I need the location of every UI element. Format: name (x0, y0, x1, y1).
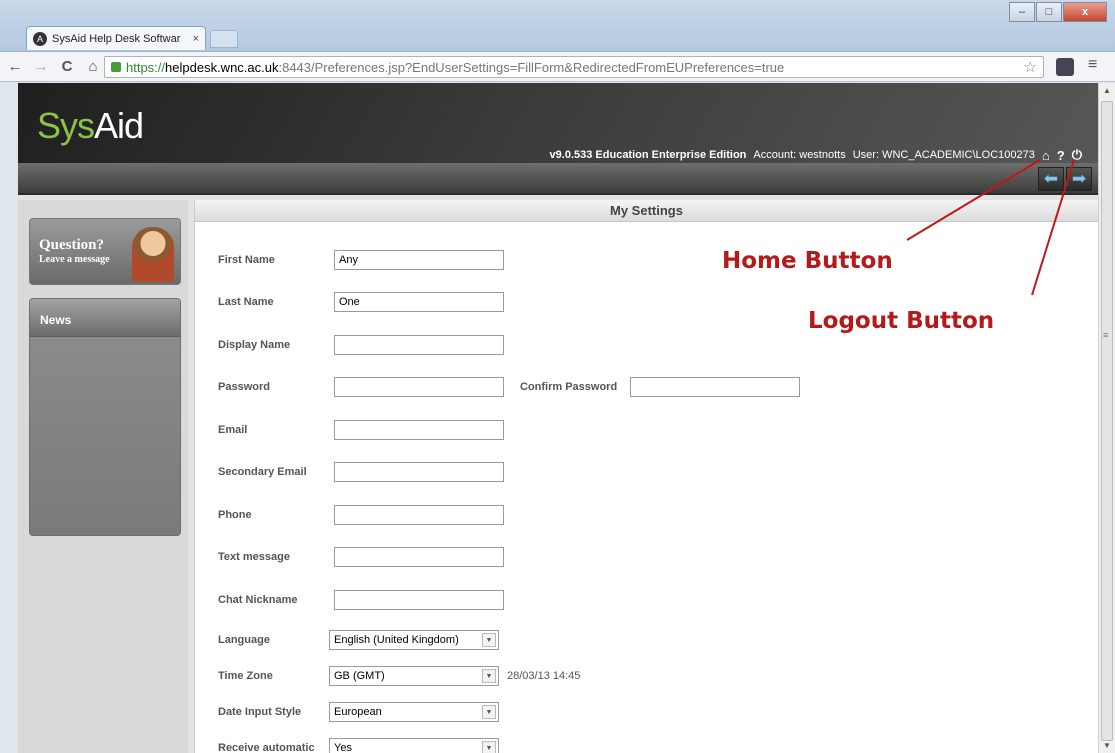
extension-icon[interactable] (1056, 58, 1074, 76)
language-select[interactable]: English (United Kingdom) ▼ (329, 630, 499, 650)
sysaid-logo: SysAid (37, 105, 144, 146)
email-input[interactable] (334, 420, 504, 440)
chat-nickname-label: Chat Nickname (218, 594, 298, 606)
home-icon[interactable]: ⌂ (1042, 148, 1050, 163)
receive-auto-label: Receive automatic (218, 742, 315, 753)
minimize-button[interactable]: – (1009, 2, 1035, 22)
secondary-email-label: Secondary Email (218, 466, 307, 478)
first-name-row: First Name (218, 250, 504, 270)
nav-arrows: ⬅ ➡ (1038, 167, 1092, 191)
chevron-down-icon: ▼ (482, 741, 496, 753)
settings-panel: My Settings First Name Last Name Display… (194, 200, 1098, 753)
phone-label: Phone (218, 509, 252, 521)
page-scrollbar[interactable]: ▲ ≡ ▼ (1098, 83, 1115, 753)
phone-row: Phone (218, 505, 504, 525)
password-row: Password Confirm Password (218, 377, 800, 397)
browser-tab[interactable]: A SysAid Help Desk Softwar × (26, 26, 206, 50)
language-label: Language (218, 634, 270, 646)
chevron-down-icon: ▼ (482, 705, 496, 719)
sidebar: Question? Leave a message News (18, 200, 188, 753)
scroll-grip-icon: ≡ (1103, 330, 1109, 340)
question-widget[interactable]: Question? Leave a message (29, 218, 181, 285)
last-name-row: Last Name (218, 292, 504, 312)
scrollbar-thumb[interactable] (1101, 101, 1113, 741)
display-name-label: Display Name (218, 339, 291, 351)
language-row: Language English (United Kingdom) ▼ (218, 630, 499, 650)
date-style-label: Date Input Style (218, 706, 302, 718)
secondary-email-row: Secondary Email (218, 462, 504, 482)
sysaid-favicon: A (33, 31, 47, 46)
secondary-email-input[interactable] (334, 462, 504, 482)
last-name-label: Last Name (218, 296, 274, 308)
bookmark-star-icon[interactable]: ☆ (1024, 58, 1037, 76)
maximize-button[interactable]: □ (1036, 2, 1062, 22)
receive-auto-row: Receive automatic Yes ▼ (218, 738, 499, 753)
date-style-row: Date Input Style European ▼ (218, 702, 499, 722)
account-text: Account: westnotts (753, 149, 846, 161)
text-message-row: Text message (218, 547, 504, 567)
chat-nickname-row: Chat Nickname (218, 590, 504, 610)
chevron-down-icon: ▼ (482, 669, 496, 683)
sub-toolbar: ⬅ ➡ (18, 163, 1098, 195)
arrow-left-icon[interactable]: ⬅ (1038, 167, 1064, 191)
chat-nickname-input[interactable] (334, 590, 504, 610)
user-text: User: WNC_ACADEMIC\LOC100273 (852, 149, 1035, 161)
reload-icon[interactable]: C (56, 58, 78, 75)
first-name-input[interactable] (334, 250, 504, 270)
lock-icon (111, 62, 121, 72)
home-button-annotation: Home Button (722, 248, 893, 274)
confirm-password-input[interactable] (630, 377, 800, 397)
news-heading: News (30, 299, 180, 337)
arrow-right-icon[interactable]: ➡ (1066, 167, 1092, 191)
close-window-button[interactable]: x (1063, 2, 1107, 22)
receive-auto-select[interactable]: Yes ▼ (329, 738, 499, 753)
window-controls: – □ x (1009, 2, 1107, 22)
browser-menu-icon[interactable]: ≡ (1088, 56, 1097, 74)
password-label: Password (218, 381, 270, 393)
email-row: Email (218, 420, 504, 440)
logout-icon[interactable]: ⏻ (1072, 147, 1082, 163)
sysaid-header: SysAid v9.0.533 Education Enterprise Edi… (18, 83, 1098, 163)
page-title: My Settings (195, 200, 1098, 222)
chevron-down-icon: ▼ (482, 633, 496, 647)
confirm-password-label: Confirm Password (520, 381, 618, 393)
text-message-input[interactable] (334, 547, 504, 567)
browser-home-icon[interactable]: ⌂ (82, 58, 104, 75)
url-scheme: https:// (126, 59, 166, 75)
tab-title: SysAid Help Desk Softwar (52, 32, 181, 45)
email-label: Email (218, 424, 248, 436)
time-zone-label: Time Zone (218, 670, 273, 682)
address-bar[interactable]: https:// helpdesk.wnc.ac.uk :8443/Prefer… (104, 56, 1044, 78)
tab-close-icon[interactable]: × (193, 33, 199, 45)
scroll-down-icon[interactable]: ▼ (1103, 741, 1111, 750)
browser-toolbar: ← → C ⌂ https:// helpdesk.wnc.ac.uk :844… (0, 52, 1115, 82)
version-text: v9.0.533 Education Enterprise Edition (549, 149, 747, 161)
phone-input[interactable] (334, 505, 504, 525)
logout-button-annotation: Logout Button (808, 308, 995, 334)
forward-icon[interactable]: → (30, 58, 52, 75)
help-icon[interactable]: ? (1057, 148, 1065, 163)
back-icon[interactable]: ← (4, 58, 26, 75)
last-name-input[interactable] (334, 292, 504, 312)
text-message-label: Text message (218, 551, 290, 563)
browser-titlebar: A SysAid Help Desk Softwar × – □ x (0, 0, 1115, 52)
url-host: helpdesk.wnc.ac.uk (165, 59, 279, 75)
date-style-select[interactable]: European ▼ (329, 702, 499, 722)
support-agent-avatar (132, 227, 174, 282)
news-panel: News (29, 298, 181, 536)
new-tab-button[interactable] (210, 30, 238, 48)
page-viewport: SysAid v9.0.533 Education Enterprise Edi… (18, 83, 1098, 753)
url-path: :8443/Preferences.jsp?EndUserSettings=Fi… (278, 59, 785, 75)
current-time: 28/03/13 14:45 (507, 670, 581, 682)
header-info: v9.0.533 Education Enterprise Edition Ac… (550, 147, 1082, 163)
display-name-input[interactable] (334, 335, 504, 355)
first-name-label: First Name (218, 254, 275, 266)
scroll-up-icon[interactable]: ▲ (1103, 86, 1111, 95)
display-name-row: Display Name (218, 335, 504, 355)
password-input[interactable] (334, 377, 504, 397)
time-zone-row: Time Zone GB (GMT) ▼ 28/03/13 14:45 (218, 666, 580, 686)
time-zone-select[interactable]: GB (GMT) ▼ (329, 666, 499, 686)
